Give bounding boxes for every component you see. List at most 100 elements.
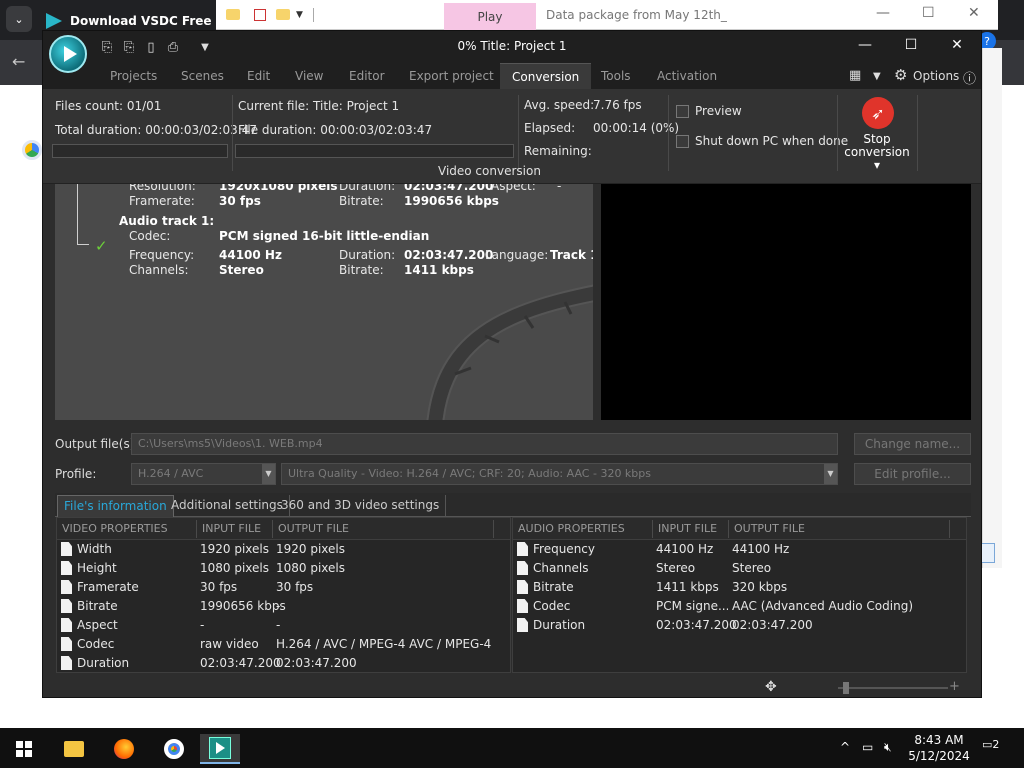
files-count: Files count: 01/01 xyxy=(55,99,162,113)
edit-profile-button[interactable]: Edit profile... xyxy=(854,463,971,485)
tab-export-project[interactable]: Export project xyxy=(409,69,494,83)
panel-divider xyxy=(917,95,918,171)
close-icon[interactable]: ✕ xyxy=(947,37,967,53)
windows-icon xyxy=(16,741,32,757)
tab-additional-settings[interactable]: Additional settings xyxy=(165,495,290,517)
stop-conversion-button[interactable]: ➶ Stop conversion ▾ xyxy=(840,93,914,172)
start-button[interactable] xyxy=(4,734,44,764)
ribbon-tabs: Projects Scenes Edit View Editor Export … xyxy=(43,63,981,89)
aspect-value: - xyxy=(557,184,562,193)
play-tab[interactable]: Play xyxy=(444,3,536,30)
column-divider[interactable] xyxy=(493,520,494,538)
column-divider[interactable] xyxy=(728,520,729,538)
input-value: 44100 Hz xyxy=(656,542,714,556)
file-explorer-toolbar: ▼ Play Data package from May 12th_ — ☐ ✕ xyxy=(216,0,998,30)
document-icon xyxy=(61,656,72,670)
column-header[interactable]: INPUT FILE xyxy=(658,522,717,535)
column-header[interactable]: AUDIO PROPERTIES xyxy=(518,522,625,535)
table-row[interactable]: Channels Stereo Stereo xyxy=(513,559,966,578)
column-divider[interactable] xyxy=(949,520,950,538)
layout-icon[interactable]: ▦ xyxy=(849,68,861,83)
maximize-icon[interactable]: ☐ xyxy=(922,5,935,21)
column-header[interactable]: OUTPUT FILE xyxy=(278,522,349,535)
browser-tab-title: Download VSDC Free Vide xyxy=(70,14,215,28)
maximize-icon[interactable]: ☐ xyxy=(901,37,921,53)
minimize-icon[interactable]: — xyxy=(876,5,890,21)
table-row[interactable]: Codec PCM signe... AAC (Advanced Audio Cod… xyxy=(513,597,966,616)
taskbar-file-explorer[interactable] xyxy=(54,734,94,764)
change-name-button[interactable]: Change name... xyxy=(854,433,971,455)
folder-icon xyxy=(64,741,84,757)
table-row[interactable]: Aspect - - xyxy=(57,616,510,635)
network-icon[interactable]: ▭ xyxy=(862,740,873,754)
document-icon xyxy=(517,561,528,575)
tab-360-3d-settings[interactable]: 360 and 3D video settings xyxy=(275,495,447,517)
column-header[interactable]: INPUT FILE xyxy=(202,522,261,535)
column-divider[interactable] xyxy=(652,520,653,538)
back-arrow-icon[interactable]: ← xyxy=(12,52,25,71)
tab-scenes[interactable]: Scenes xyxy=(181,69,224,83)
property-name: Bitrate xyxy=(533,580,574,594)
chevron-down-icon[interactable]: ▼ xyxy=(873,71,881,82)
tab-conversion[interactable]: Conversion xyxy=(500,63,592,89)
notifications-icon[interactable]: ▭2 xyxy=(982,738,1004,758)
table-row[interactable]: Width 1920 pixels 1920 pixels xyxy=(57,540,510,559)
table-row[interactable]: Height 1080 pixels 1080 pixels xyxy=(57,559,510,578)
vsdc-logo-icon[interactable] xyxy=(49,35,87,73)
quality-select[interactable]: Ultra Quality - Video: H.264 / AVC; CRF:… xyxy=(281,463,838,485)
table-row[interactable]: Duration 02:03:47.200 02:03:47.200 xyxy=(513,616,966,635)
tab-activation[interactable]: Activation xyxy=(657,69,717,83)
tray-chevron-icon[interactable]: ^ xyxy=(840,740,850,754)
properties-icon[interactable] xyxy=(254,8,266,21)
profile-select[interactable]: H.264 / AVC ▼ xyxy=(131,463,276,485)
table-row[interactable]: Codec raw video H.264 / AVC / MPEG-4 AVC /… xyxy=(57,635,510,654)
close-icon[interactable]: ✕ xyxy=(968,5,980,21)
clock[interactable]: 8:43 AM 5/12/2024 xyxy=(904,732,974,764)
taskbar-chrome[interactable] xyxy=(154,734,194,764)
table-row[interactable]: Duration 02:03:47.200 02:03:47.200 xyxy=(57,654,510,673)
output-value: 44100 Hz xyxy=(732,542,790,556)
tab-tools[interactable]: Tools xyxy=(601,69,631,83)
volume-icon[interactable]: 🔇︎ xyxy=(884,740,892,755)
taskbar-vsdc[interactable] xyxy=(200,734,240,764)
tab-editor[interactable]: Editor xyxy=(349,69,385,83)
column-divider[interactable] xyxy=(272,520,273,538)
new-folder-icon[interactable] xyxy=(276,9,290,20)
video-preview xyxy=(601,184,971,420)
column-divider[interactable] xyxy=(196,520,197,538)
input-value: 1080 pixels xyxy=(200,561,270,575)
panel-divider xyxy=(232,95,233,171)
tab-view[interactable]: View xyxy=(295,69,323,83)
tab-projects[interactable]: Projects xyxy=(110,69,157,83)
move-icon[interactable]: ✥ xyxy=(765,679,777,695)
taskbar: ^ ▭ 🔇︎ 8:43 AM 5/12/2024 ▭2 xyxy=(0,728,1024,768)
column-header[interactable]: VIDEO PROPERTIES xyxy=(62,522,168,535)
preview-checkbox[interactable] xyxy=(676,105,689,118)
tab-search-button[interactable]: ⌄ xyxy=(6,6,32,32)
table-row[interactable]: Bitrate 1411 kbps 320 kbps xyxy=(513,578,966,597)
profile-value: H.264 / AVC xyxy=(138,467,204,480)
shutdown-checkbox[interactable] xyxy=(676,135,689,148)
zoom-slider-handle[interactable] xyxy=(843,682,849,694)
table-row[interactable]: Framerate 30 fps 30 fps xyxy=(57,578,510,597)
zoom-slider[interactable] xyxy=(838,687,948,689)
avg-speed-value: 7.76 fps xyxy=(593,98,642,112)
tab-files-information[interactable]: File's information xyxy=(57,495,174,517)
table-row[interactable]: Bitrate 1990656 kbps - xyxy=(57,597,510,616)
column-header[interactable]: OUTPUT FILE xyxy=(734,522,805,535)
table-row[interactable]: Frequency 44100 Hz 44100 Hz xyxy=(513,540,966,559)
tab-edit[interactable]: Edit xyxy=(247,69,270,83)
table-header: VIDEO PROPERTIES INPUT FILE OUTPUT FILE xyxy=(57,518,510,540)
output-path-field[interactable]: C:\Users\ms5\Videos\1. WEB.mp4 xyxy=(131,433,838,455)
minimize-icon[interactable]: — xyxy=(855,37,875,53)
gear-icon[interactable]: ⚙ xyxy=(894,66,907,84)
chevron-down-icon[interactable]: ▼ xyxy=(296,10,303,20)
info-icon[interactable]: ⓘ xyxy=(963,68,976,87)
side-panel-icon xyxy=(980,543,995,563)
panel-divider xyxy=(837,95,838,171)
panel-divider xyxy=(518,95,519,171)
title-bar: ⎘ ⎘ ▯ ⎙ ▼ 0% Title: Project 1 — ☐ ✕ xyxy=(43,31,981,63)
options-button[interactable]: Options xyxy=(913,69,959,83)
taskbar-firefox[interactable] xyxy=(104,734,144,764)
zoom-in-icon[interactable]: + xyxy=(949,679,960,694)
